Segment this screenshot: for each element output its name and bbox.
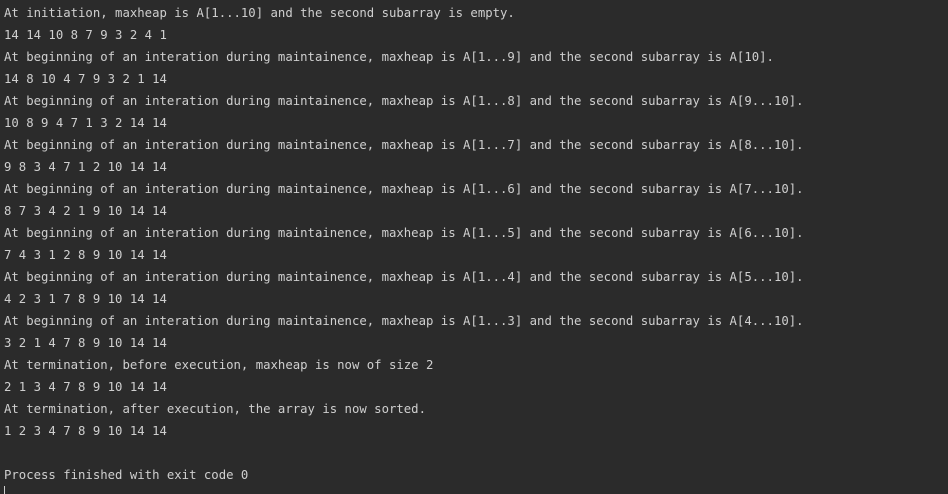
output-line: At beginning of an interation during mai… xyxy=(4,50,774,64)
output-line: At termination, before execution, maxhea… xyxy=(4,358,434,372)
output-line: 8 7 3 4 2 1 9 10 14 14 xyxy=(4,204,167,218)
console-output[interactable]: At initiation, maxheap is A[1...10] and … xyxy=(0,0,948,494)
output-line: At beginning of an interation during mai… xyxy=(4,270,804,284)
output-line: 4 2 3 1 7 8 9 10 14 14 xyxy=(4,292,167,306)
output-line: At beginning of an interation during mai… xyxy=(4,94,804,108)
output-line: 9 8 3 4 7 1 2 10 14 14 xyxy=(4,160,167,174)
output-line: 14 8 10 4 7 9 3 2 1 14 xyxy=(4,72,167,86)
output-line: 2 1 3 4 7 8 9 10 14 14 xyxy=(4,380,167,394)
output-line: At beginning of an interation during mai… xyxy=(4,226,804,240)
text-cursor xyxy=(4,486,5,494)
output-line: At initiation, maxheap is A[1...10] and … xyxy=(4,6,515,20)
output-line: At beginning of an interation during mai… xyxy=(4,182,804,196)
output-line: 7 4 3 1 2 8 9 10 14 14 xyxy=(4,248,167,262)
output-line: At termination, after execution, the arr… xyxy=(4,402,426,416)
process-exit-line: Process finished with exit code 0 xyxy=(4,468,249,482)
output-line: 10 8 9 4 7 1 3 2 14 14 xyxy=(4,116,167,130)
output-line: 14 14 10 8 7 9 3 2 4 1 xyxy=(4,28,167,42)
output-line: 1 2 3 4 7 8 9 10 14 14 xyxy=(4,424,167,438)
output-line: At beginning of an interation during mai… xyxy=(4,314,804,328)
output-line: 3 2 1 4 7 8 9 10 14 14 xyxy=(4,336,167,350)
output-line: At beginning of an interation during mai… xyxy=(4,138,804,152)
